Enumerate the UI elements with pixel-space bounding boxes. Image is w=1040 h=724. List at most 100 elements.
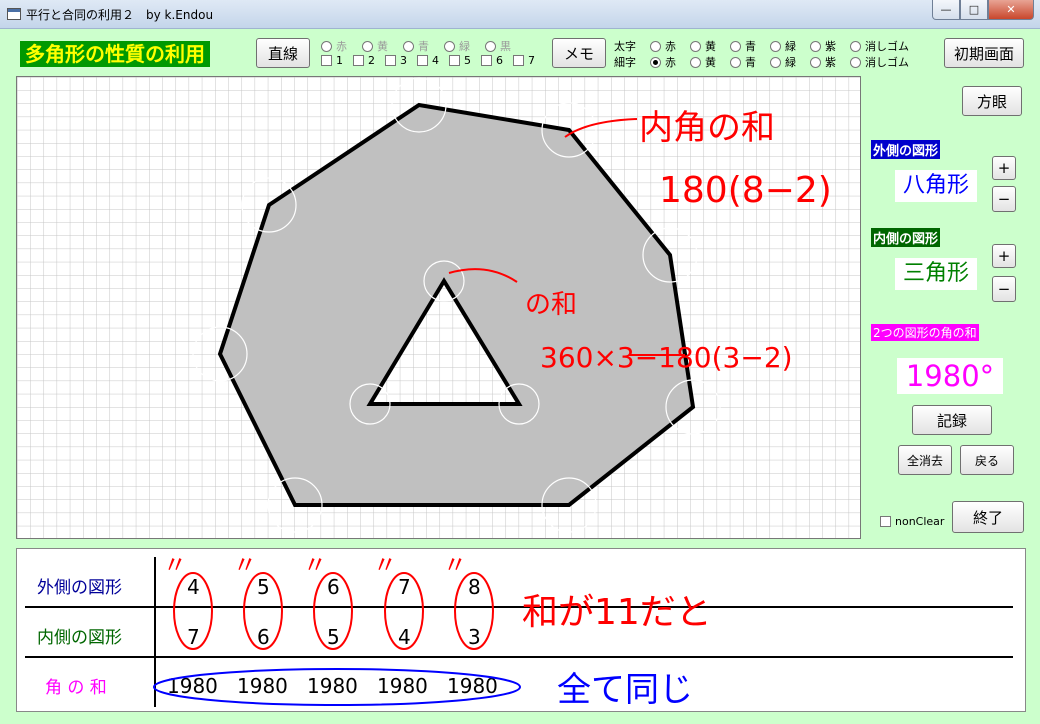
line-number-checkbox-box xyxy=(449,55,460,66)
line-color-option[interactable]: 緑 xyxy=(444,38,470,54)
angle-sum-value: 1980° xyxy=(897,358,1003,394)
thin-eraser-option[interactable]: 消しゴム xyxy=(850,54,909,70)
thin-pen-color-option-label: 赤 xyxy=(665,56,676,69)
drawing-canvas[interactable]: 内角の和 180(8−2) の和 360×3−180(3−2) xyxy=(16,76,861,539)
angle-sum-label: 2つの図形の角の和 xyxy=(871,324,979,341)
line-number-checkbox-box xyxy=(417,55,428,66)
line-number-checkbox-label: 7 xyxy=(528,54,535,67)
canvas-svg: 内角の和 180(8−2) の和 360×3−180(3−2) xyxy=(17,77,860,538)
thick-pen-color-option-radio xyxy=(770,40,781,52)
nonclear-checkbox[interactable]: nonClear xyxy=(880,515,944,528)
thin-pen-color-option-label: 緑 xyxy=(785,56,796,69)
line-color-option-radio xyxy=(362,40,373,52)
line-number-checkbox-box xyxy=(513,55,524,66)
exit-button[interactable]: 終了 xyxy=(952,501,1024,533)
line-number-checkbox[interactable]: 4 xyxy=(417,54,439,67)
line-number-checkbox[interactable]: 2 xyxy=(353,54,375,67)
thick-pen-color-option[interactable]: 赤 xyxy=(650,38,676,54)
thick-label: 太字 xyxy=(614,40,636,53)
thin-pen-color-option[interactable]: 赤 xyxy=(650,54,676,70)
thick-pen-color-option-radio xyxy=(730,40,741,52)
line-color-option-radio xyxy=(444,40,455,52)
annotation-sum-eleven: 和が11だと xyxy=(522,592,712,633)
thick-pen-color-option[interactable]: 青 xyxy=(730,38,756,54)
thin-pen-color-option-label: 黄 xyxy=(705,56,716,69)
thick-pen-color-option-label: 青 xyxy=(745,40,756,53)
line-number-checkbox[interactable]: 5 xyxy=(449,54,471,67)
inner-plus-button[interactable]: + xyxy=(992,244,1016,268)
thin-pen-color-option[interactable]: 緑 xyxy=(770,54,796,70)
ditto-mark: 〃 xyxy=(373,551,397,579)
thick-pen-color-option-radio xyxy=(650,40,661,52)
ditto-mark: 〃 xyxy=(163,551,187,579)
thin-pen-color-option-radio xyxy=(690,56,701,68)
annotation-all-same: 全て同じ xyxy=(557,670,693,710)
nonclear-label: nonClear xyxy=(895,515,945,528)
thick-pen-color-option[interactable]: 緑 xyxy=(770,38,796,54)
inner-minus-button[interactable]: − xyxy=(992,276,1016,302)
annotation-interior-sum: 内角の和 xyxy=(639,108,775,148)
line-color-option[interactable]: 青 xyxy=(403,38,429,54)
nonclear-checkbox-box xyxy=(880,516,891,527)
outer-plus-button[interactable]: + xyxy=(992,156,1016,180)
line-number-checkbox-label: 1 xyxy=(336,54,343,67)
thick-eraser-option[interactable]: 消しゴム xyxy=(850,38,909,54)
line-number-checkbox-label: 4 xyxy=(432,54,439,67)
line-number-checkbox[interactable]: 6 xyxy=(481,54,503,67)
thin-pen-color-option-radio xyxy=(770,56,781,68)
ditto-mark: 〃 xyxy=(233,551,257,579)
minimize-button[interactable]: — xyxy=(932,0,960,20)
line-color-option-label: 緑 xyxy=(459,40,470,53)
grid-toggle-button[interactable]: 方眼 xyxy=(962,86,1022,116)
line-color-option-label: 黒 xyxy=(500,40,511,53)
memo-button[interactable]: メモ xyxy=(552,38,606,68)
record-button[interactable]: 記録 xyxy=(912,405,992,435)
line-number-checkbox[interactable]: 3 xyxy=(385,54,407,67)
line-number-checkbox-label: 5 xyxy=(464,54,471,67)
annotation-formula-outer: 180(8−2) xyxy=(659,170,832,211)
outer-shape-label: 外側の図形 xyxy=(871,140,941,159)
line-color-option-radio xyxy=(321,40,332,52)
back-button[interactable]: 戻る xyxy=(960,445,1014,475)
app-window-icon xyxy=(7,8,21,20)
clear-all-button[interactable]: 全消去 xyxy=(898,445,952,475)
thin-pen-color-option-radio xyxy=(650,56,661,68)
thick-pen-color-option-label: 紫 xyxy=(825,40,836,53)
thick-pen-color-option-radio xyxy=(810,40,821,52)
annotation-inner-sum: の和 xyxy=(525,290,577,320)
thick-eraser-option-label: 消しゴム xyxy=(865,40,909,53)
outer-shape-value: 八角形 xyxy=(895,170,977,202)
maximize-button[interactable]: □ xyxy=(960,0,988,20)
line-number-checkbox-box xyxy=(353,55,364,66)
outer-minus-button[interactable]: − xyxy=(992,186,1016,212)
thick-pen-color-option[interactable]: 紫 xyxy=(810,38,836,54)
line-button[interactable]: 直線 xyxy=(256,38,310,68)
thick-pen-color-option-label: 赤 xyxy=(665,40,676,53)
thick-pen-color-option[interactable]: 黄 xyxy=(690,38,716,54)
line-color-option-radio xyxy=(403,40,414,52)
thin-pen-color-option-radio xyxy=(730,56,741,68)
thick-eraser-option-radio xyxy=(850,40,861,52)
line-color-option[interactable]: 黄 xyxy=(362,38,388,54)
line-color-option-label: 黄 xyxy=(377,40,388,53)
thin-pen-color-option[interactable]: 青 xyxy=(730,54,756,70)
ditto-mark: 〃 xyxy=(303,551,327,579)
line-number-checkbox[interactable]: 1 xyxy=(321,54,343,67)
line-color-option[interactable]: 赤 xyxy=(321,38,347,54)
app-window: 平行と合同の利用２ by k.Endou — □ ✕ 多角形の性質の利用 直線 … xyxy=(0,0,1040,724)
line-color-option[interactable]: 黒 xyxy=(485,38,511,54)
app-title: 多角形の性質の利用 xyxy=(20,41,210,67)
close-button[interactable]: ✕ xyxy=(988,0,1034,20)
thin-pen-color-option[interactable]: 紫 xyxy=(810,54,836,70)
line-number-checkbox[interactable]: 7 xyxy=(513,54,535,67)
line-color-option-label: 赤 xyxy=(336,40,347,53)
reset-view-button[interactable]: 初期画面 xyxy=(944,38,1024,68)
record-table: 外側の図形 内側の図形 角 の 和 4 5 6 7 8 7 6 5 4 3 19… xyxy=(16,548,1026,712)
thin-pen-color-option[interactable]: 黄 xyxy=(690,54,716,70)
line-color-option-label: 青 xyxy=(418,40,429,53)
thin-eraser-option-label: 消しゴム xyxy=(865,56,909,69)
line-number-checkbox-box xyxy=(321,55,332,66)
thin-pen-color-option-label: 紫 xyxy=(825,56,836,69)
line-number-checkbox-box xyxy=(385,55,396,66)
line-color-option-radio xyxy=(485,40,496,52)
